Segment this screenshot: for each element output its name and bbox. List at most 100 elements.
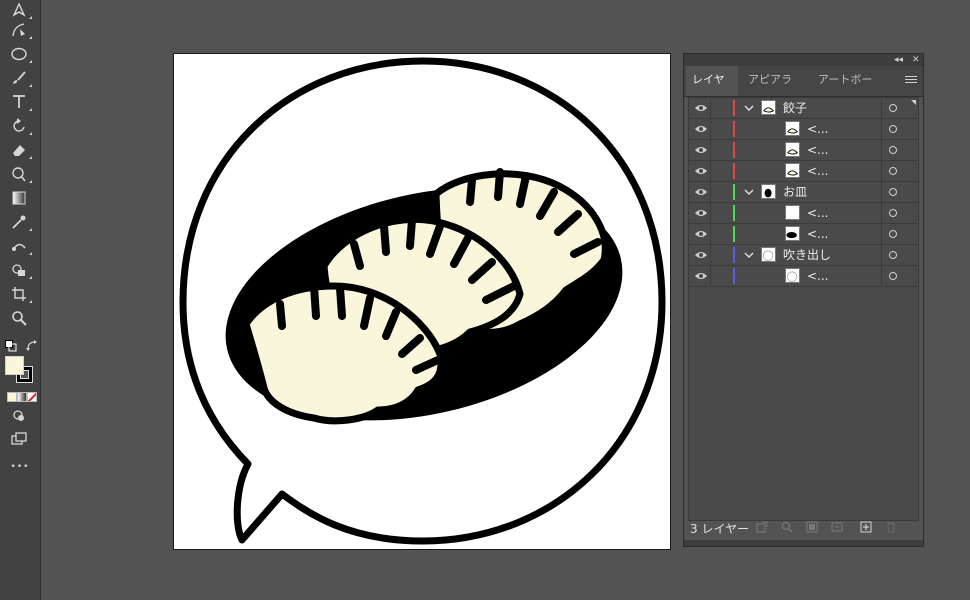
visibility-eye-icon[interactable]: [694, 123, 708, 135]
eraser-tool-icon[interactable]: [8, 140, 32, 160]
pen-tool-icon[interactable]: [8, 0, 32, 20]
layer-thumbnail: [785, 205, 800, 220]
panel-menu-icon[interactable]: [905, 74, 917, 86]
gyoza-illustration[interactable]: [174, 54, 672, 551]
color-mode-button[interactable]: [7, 392, 17, 402]
chevron-down-icon[interactable]: [744, 250, 754, 260]
layer-color-bar: [733, 226, 735, 242]
screen-mode-icon[interactable]: [8, 429, 30, 449]
visibility-eye-icon[interactable]: [694, 144, 708, 156]
target-circle-icon[interactable]: [889, 272, 897, 280]
close-panel-icon[interactable]: ✕: [912, 54, 920, 66]
layer-thumbnail: [785, 268, 800, 283]
chevron-down-icon[interactable]: [744, 187, 754, 197]
gradient-tool-icon[interactable]: [8, 188, 30, 208]
layer-name[interactable]: <...: [807, 140, 829, 160]
zoom-tool-icon[interactable]: [8, 308, 30, 328]
layer-name[interactable]: 餃子: [783, 98, 807, 118]
layer-row-plate[interactable]: お皿: [689, 182, 918, 203]
target-circle-icon[interactable]: [889, 146, 897, 154]
layer-name[interactable]: <...: [807, 161, 829, 181]
layers-panel: ◂◂ ✕ レイヤー アピアランス アートボード 餃子 <...: [683, 53, 924, 547]
layer-color-bar: [733, 100, 735, 116]
visibility-eye-icon[interactable]: [694, 186, 708, 198]
puppet-warp-tool-icon[interactable]: [8, 164, 32, 184]
target-circle-icon[interactable]: [889, 104, 897, 112]
curvature-tool-icon[interactable]: [8, 20, 32, 40]
layer-color-bar: [733, 184, 735, 200]
layer-color-bar: [733, 121, 735, 137]
panel-title-bar[interactable]: ◂◂ ✕: [684, 54, 923, 66]
paintbrush-tool-icon[interactable]: [8, 68, 32, 88]
layer-name[interactable]: <...: [807, 266, 829, 286]
target-circle-icon[interactable]: [889, 125, 897, 133]
sublayer-row[interactable]: <...: [689, 161, 918, 182]
layer-thumbnail: [761, 184, 776, 199]
layer-count-label: 3 レイヤー: [690, 522, 750, 536]
draw-mode-icon[interactable]: [8, 406, 30, 426]
artboard[interactable]: [173, 53, 671, 550]
layer-name[interactable]: <...: [807, 224, 829, 244]
locate-object-icon[interactable]: [781, 521, 793, 533]
target-circle-icon[interactable]: [889, 230, 897, 238]
layer-name[interactable]: お皿: [783, 182, 807, 202]
sublayer-row[interactable]: <...: [689, 224, 918, 245]
artboard-tool-icon[interactable]: [8, 284, 32, 304]
new-sublayer-icon[interactable]: [831, 521, 843, 533]
tab-layers[interactable]: レイヤー: [686, 66, 738, 114]
layer-name[interactable]: <...: [807, 203, 829, 223]
tab-artboards[interactable]: アートボード: [812, 66, 882, 114]
blend-tool-icon[interactable]: [8, 236, 32, 256]
collapse-panel-icon[interactable]: ◂◂: [894, 54, 903, 66]
panel-resize-grip[interactable]: [684, 540, 923, 546]
type-tool-icon[interactable]: [8, 92, 32, 112]
layer-color-bar: [733, 142, 735, 158]
target-circle-icon[interactable]: [889, 209, 897, 217]
target-circle-icon[interactable]: [889, 251, 897, 259]
layer-thumbnail: [785, 121, 800, 136]
sublayer-row[interactable]: <...: [689, 266, 918, 287]
shape-builder-tool-icon[interactable]: [8, 260, 32, 280]
layer-thumbnail: [785, 163, 800, 178]
layer-list[interactable]: 餃子 <... <... <... お皿 <... <... 吹き出し <...: [688, 97, 919, 521]
visibility-eye-icon[interactable]: [694, 228, 708, 240]
layer-color-bar: [733, 205, 735, 221]
none-mode-button[interactable]: [27, 392, 37, 402]
sublayer-row[interactable]: <...: [689, 203, 918, 224]
rotate-tool-icon[interactable]: [8, 116, 32, 136]
panel-tabs: レイヤー アピアランス アートボード: [684, 66, 923, 114]
swap-colors-icon[interactable]: [26, 337, 38, 351]
edit-toolbar-button[interactable]: •••: [9, 462, 31, 472]
layer-color-bar: [733, 247, 735, 263]
layer-thumbnail: [761, 247, 776, 262]
sublayer-row[interactable]: <...: [689, 119, 918, 140]
visibility-eye-icon[interactable]: [694, 249, 708, 261]
sublayer-row[interactable]: <...: [689, 140, 918, 161]
trash-icon[interactable]: [885, 521, 897, 533]
layer-thumbnail: [761, 100, 776, 115]
ellipse-tool-icon[interactable]: [8, 44, 32, 64]
visibility-eye-icon[interactable]: [694, 270, 708, 282]
clipping-mask-icon[interactable]: [806, 521, 818, 533]
layer-color-bar: [733, 268, 735, 284]
target-circle-icon[interactable]: [889, 167, 897, 175]
fill-swatch[interactable]: [5, 356, 24, 375]
tab-appearance[interactable]: アピアランス: [742, 66, 808, 114]
new-layer-icon[interactable]: [860, 521, 872, 533]
eyedropper-tool-icon[interactable]: [8, 212, 32, 232]
layer-name[interactable]: <...: [807, 119, 829, 139]
chevron-down-icon[interactable]: [744, 103, 754, 113]
layers-footer: 3 レイヤー: [684, 516, 923, 538]
target-circle-icon[interactable]: [889, 188, 897, 196]
layer-name[interactable]: 吹き出し: [783, 245, 831, 265]
visibility-eye-icon[interactable]: [694, 207, 708, 219]
gradient-mode-button[interactable]: [17, 392, 27, 402]
default-colors-icon[interactable]: [5, 337, 17, 352]
layer-row-speech-bubble[interactable]: 吹き出し: [689, 245, 918, 266]
visibility-eye-icon[interactable]: [694, 102, 708, 114]
layer-color-bar: [733, 163, 735, 179]
layer-thumbnail: [785, 226, 800, 241]
layer-row-gyoza[interactable]: 餃子: [689, 98, 918, 119]
export-icon[interactable]: [756, 521, 768, 533]
visibility-eye-icon[interactable]: [694, 165, 708, 177]
